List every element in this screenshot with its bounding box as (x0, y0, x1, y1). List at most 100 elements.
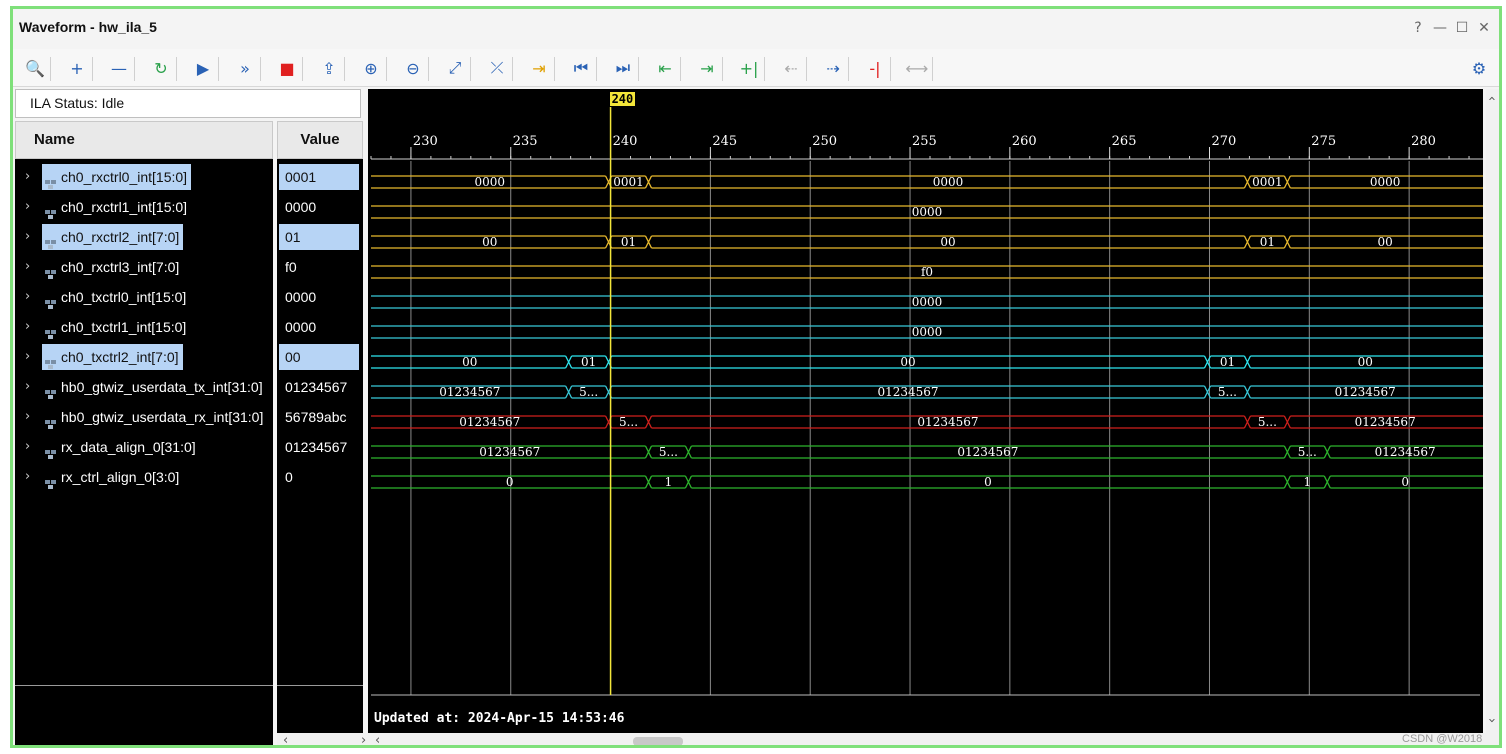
remove-icon[interactable]: — (105, 55, 133, 81)
trace-value-label: 01234567 (439, 385, 500, 399)
help-icon[interactable]: ? (1411, 21, 1425, 35)
signal-value[interactable]: 01 (279, 224, 359, 250)
scroll-up-icon[interactable]: ‹ (1484, 96, 1499, 101)
zoom-in-icon[interactable]: ⊕ (357, 55, 385, 81)
signal-name[interactable]: ch0_rxctrl0_int[15:0] (42, 164, 192, 190)
next-marker-icon[interactable]: ⇢ (819, 55, 847, 81)
signal-name[interactable]: rx_ctrl_align_0[3:0] (42, 464, 183, 490)
expand-chevron-icon[interactable]: › (25, 224, 37, 250)
waveform-window: Waveform - hw_ila_5 ? — ☐ ✕ ⚙ 🔍 + — ↻ ▶ » ■ ⇪ ⊕ ⊖… (10, 6, 1502, 748)
signal-row[interactable]: › ch0_rxctrl1_int[15:0] (15, 194, 273, 220)
waveform-svg[interactable]: 230 235 240 245 250 255 260 265 270 275 2800000 000… (368, 89, 1483, 733)
scroll-thumb[interactable] (633, 737, 683, 745)
export-icon[interactable]: ⇪ (315, 55, 343, 81)
expand-chevron-icon[interactable]: › (25, 254, 37, 280)
signal-value[interactable]: f0 (279, 254, 359, 280)
maximize-icon[interactable]: ☐ (1455, 21, 1469, 35)
signal-value[interactable]: 01234567 (279, 434, 359, 460)
value-column-header[interactable]: Value (277, 121, 363, 159)
close-icon[interactable]: ✕ (1477, 21, 1491, 35)
toolbar-separator (428, 57, 429, 81)
prev-transition-icon[interactable]: ⇤ (651, 55, 679, 81)
waveform-canvas[interactable]: 230 235 240 245 250 255 260 265 270 275 280 0000 000… (368, 89, 1483, 733)
add-marker-icon[interactable]: +| (735, 55, 763, 81)
zoom-out-icon[interactable]: ⊖ (399, 55, 427, 81)
toolbar-separator (932, 57, 933, 81)
signal-row[interactable]: › ch0_rxctrl3_int[7:0] (15, 254, 273, 280)
cursor-icon[interactable]: ⤫ (483, 55, 511, 81)
search-icon[interactable]: 🔍 (21, 55, 49, 81)
trace-value-label: 01 (621, 235, 636, 249)
divider (277, 685, 363, 686)
go-start-icon[interactable]: ⏮ (567, 55, 595, 81)
marker-label[interactable]: 240 (609, 92, 636, 106)
ruler-tick-label: 265 (1112, 134, 1137, 149)
go-end-icon[interactable]: ⏭ (609, 55, 637, 81)
zoom-fit-icon[interactable]: ⤢ (441, 55, 469, 81)
scroll-right-icon[interactable]: › (361, 733, 366, 745)
horizontal-scrollbar[interactable]: ‹ › ‹ (277, 733, 1499, 745)
signal-name[interactable]: ch0_rxctrl2_int[7:0] (42, 224, 184, 250)
refresh-icon[interactable]: ↻ (147, 55, 175, 81)
wave-scroll-left-icon[interactable]: ‹ (375, 733, 380, 745)
signal-name[interactable]: ch0_txctrl2_int[7:0] (42, 344, 183, 370)
run-immediate-icon[interactable]: » (231, 55, 259, 81)
go-marker-icon[interactable]: ⇥ (525, 55, 553, 81)
trace-value-label: 0 (984, 475, 992, 489)
signal-name[interactable]: ch0_txctrl1_int[15:0] (42, 314, 190, 340)
signal-row[interactable]: › rx_data_align_0[31:0] (15, 434, 273, 460)
signal-row[interactable]: › hb0_gtwiz_userdata_tx_int[31:0] (15, 374, 273, 400)
signal-row[interactable]: › ch0_rxctrl2_int[7:0] (15, 224, 273, 250)
bus-icon (44, 442, 57, 459)
swap-icon[interactable]: ⟷ (903, 55, 931, 81)
minimize-icon[interactable]: — (1433, 21, 1447, 35)
stop-icon[interactable]: ■ (273, 55, 301, 81)
trace-value-label: 5... (1218, 385, 1237, 399)
delete-marker-icon[interactable]: -| (861, 55, 889, 81)
expand-chevron-icon[interactable]: › (25, 314, 37, 340)
scroll-left-icon[interactable]: ‹ (283, 733, 288, 745)
signal-name[interactable]: rx_data_align_0[31:0] (42, 434, 200, 460)
scroll-down-icon[interactable]: › (1484, 718, 1499, 723)
signal-value[interactable]: 01234567 (279, 374, 359, 400)
trace-value-label: 01234567 (1355, 415, 1416, 429)
vertical-scrollbar[interactable]: ‹ › (1484, 89, 1499, 733)
expand-chevron-icon[interactable]: › (25, 374, 37, 400)
expand-chevron-icon[interactable]: › (25, 194, 37, 220)
signal-name[interactable]: ch0_txctrl0_int[15:0] (42, 284, 190, 310)
add-icon[interactable]: + (63, 55, 91, 81)
signal-name[interactable]: ch0_rxctrl1_int[15:0] (42, 194, 191, 220)
signal-row[interactable]: › hb0_gtwiz_userdata_rx_int[31:0] (15, 404, 273, 430)
signal-value[interactable]: 0001 (279, 164, 359, 190)
signal-name[interactable]: ch0_rxctrl3_int[7:0] (42, 254, 183, 280)
signal-name[interactable]: hb0_gtwiz_userdata_tx_int[31:0] (42, 374, 267, 400)
run-trigger-icon[interactable]: ▶ (189, 55, 217, 81)
signal-row[interactable]: › rx_ctrl_align_0[3:0] (15, 464, 273, 490)
bus-icon (44, 352, 57, 369)
toolbar-separator (596, 57, 597, 81)
next-transition-icon[interactable]: ⇥ (693, 55, 721, 81)
signal-row[interactable]: › ch0_rxctrl0_int[15:0] (15, 164, 273, 190)
trace-value-label: 00 (482, 235, 497, 249)
trace-value-label: 0000 (912, 325, 943, 339)
expand-chevron-icon[interactable]: › (25, 434, 37, 460)
signal-value[interactable]: 0000 (279, 284, 359, 310)
expand-chevron-icon[interactable]: › (25, 164, 37, 190)
signal-name[interactable]: hb0_gtwiz_userdata_rx_int[31:0] (42, 404, 267, 430)
expand-chevron-icon[interactable]: › (25, 284, 37, 310)
expand-chevron-icon[interactable]: › (25, 344, 37, 370)
signal-value[interactable]: 56789abc (279, 404, 359, 430)
expand-chevron-icon[interactable]: › (25, 464, 37, 490)
signal-value[interactable]: 0 (279, 464, 359, 490)
signal-value[interactable]: 0000 (279, 314, 359, 340)
signal-value[interactable]: 0000 (279, 194, 359, 220)
name-column-header[interactable]: Name (15, 121, 273, 159)
signal-value[interactable]: 00 (279, 344, 359, 370)
prev-marker-icon[interactable]: ⇠ (777, 55, 805, 81)
expand-chevron-icon[interactable]: › (25, 404, 37, 430)
signal-row[interactable]: › ch0_txctrl0_int[15:0] (15, 284, 273, 310)
signal-row[interactable]: › ch0_txctrl2_int[7:0] (15, 344, 273, 370)
trace-value-label: 00 (900, 355, 915, 369)
signal-row[interactable]: › ch0_txctrl1_int[15:0] (15, 314, 273, 340)
settings-icon[interactable]: ⚙ (1465, 55, 1493, 81)
